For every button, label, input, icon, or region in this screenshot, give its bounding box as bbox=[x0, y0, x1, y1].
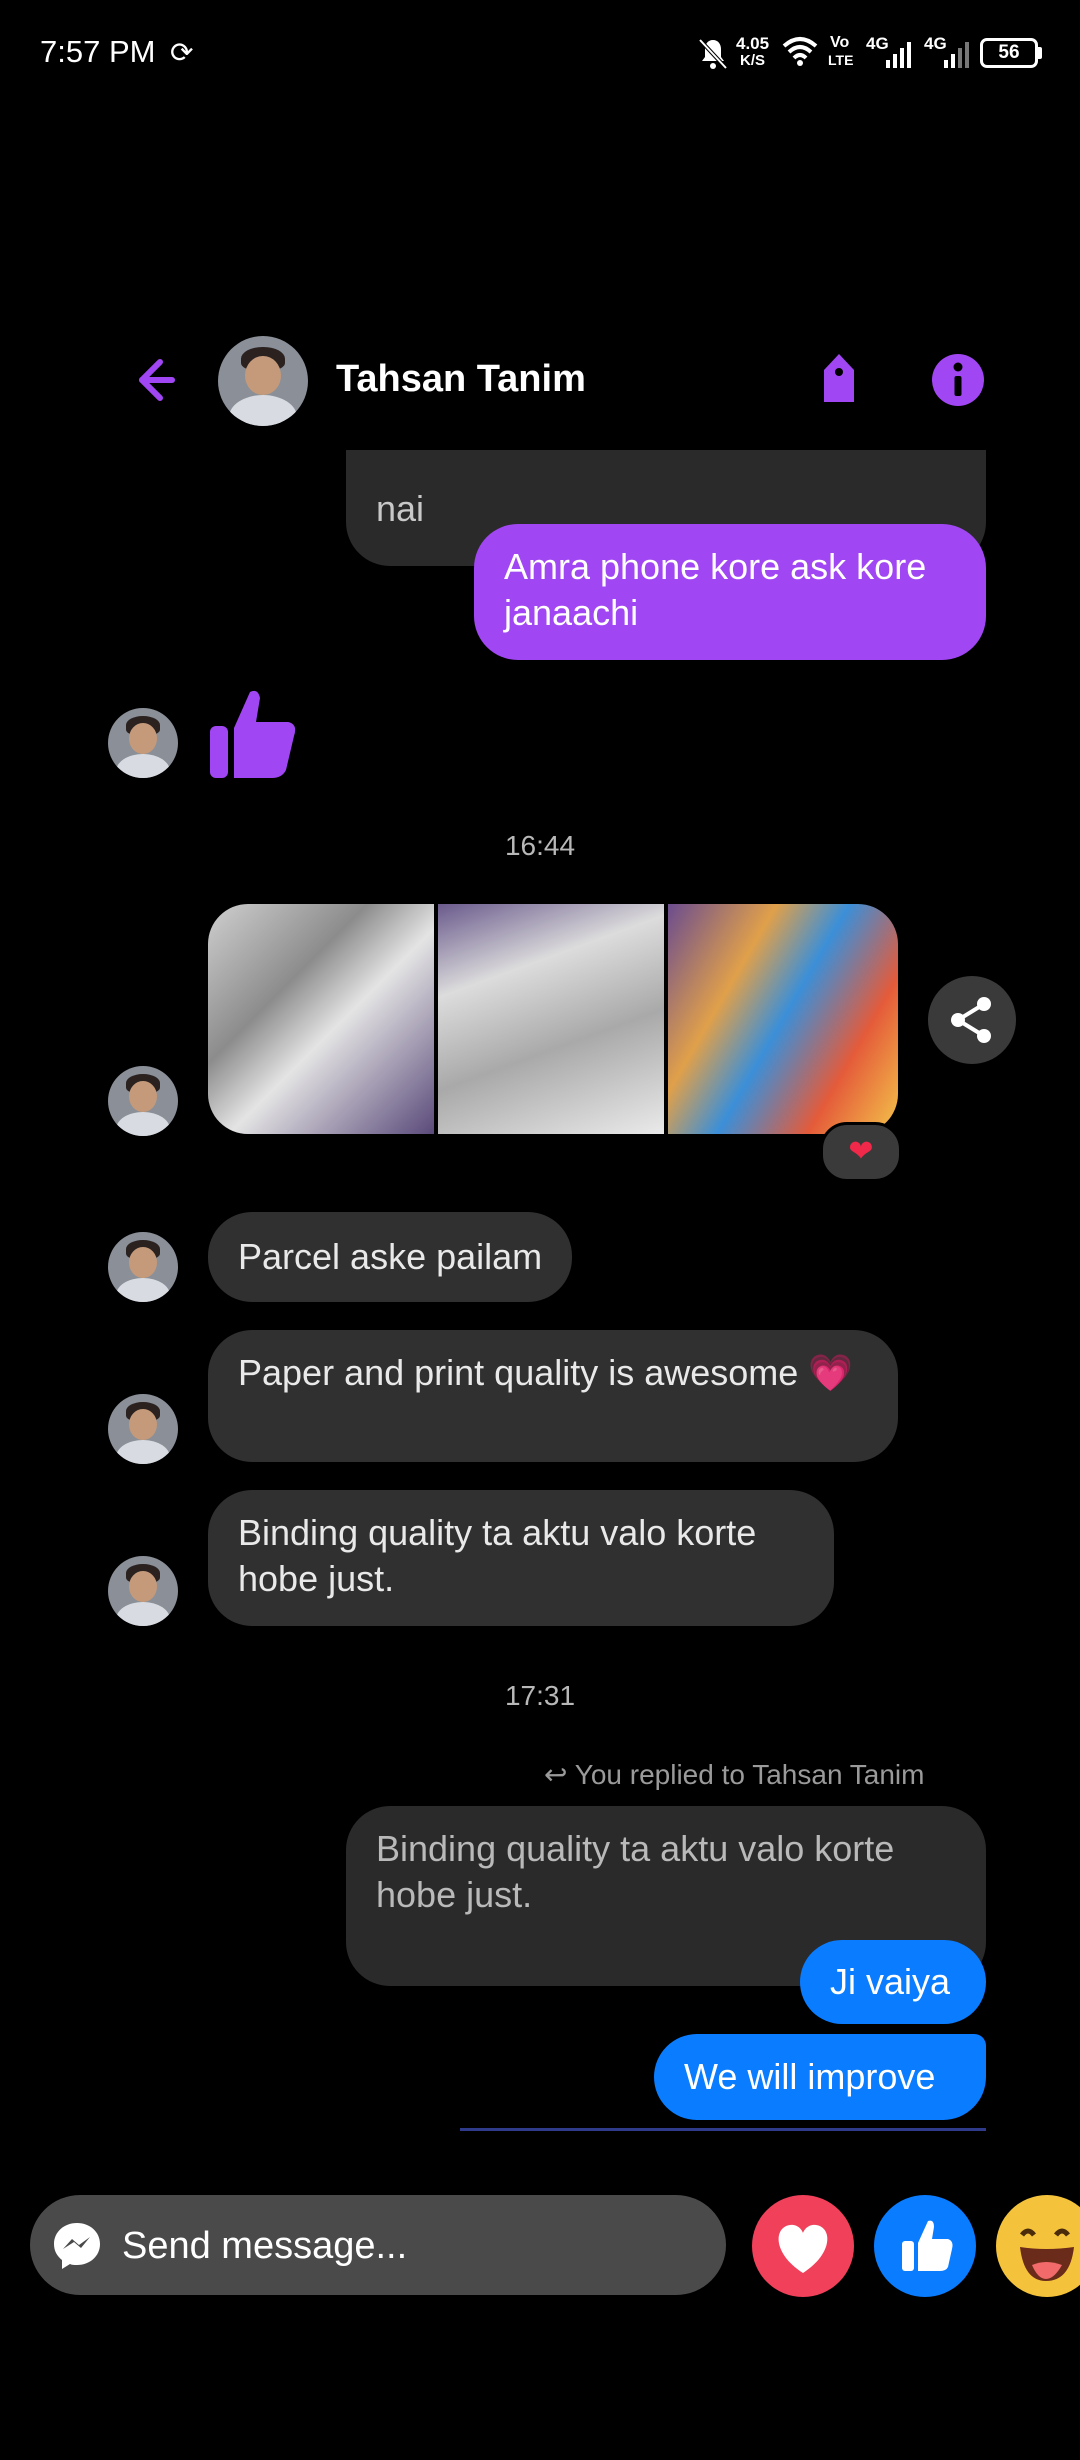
volte-bottom: LTE bbox=[828, 52, 854, 68]
like-reaction-button[interactable] bbox=[874, 2195, 976, 2297]
contact-avatar[interactable] bbox=[218, 336, 308, 426]
battery-level: 56 bbox=[998, 42, 1020, 63]
status-time: 7:57 PM bbox=[40, 34, 156, 69]
photo-thumbnail[interactable] bbox=[668, 904, 898, 1134]
net-speed-unit: K/S bbox=[740, 52, 766, 69]
net-speed-value: 4.05 bbox=[736, 34, 770, 53]
photo-attachment-group[interactable] bbox=[208, 904, 898, 1134]
message-input-placeholder[interactable]: Send message... bbox=[122, 2225, 407, 2268]
signal-icon bbox=[942, 40, 972, 68]
message-text: Paper and print quality is awesome 💗 bbox=[238, 1352, 854, 1393]
message-bubble-outgoing[interactable]: We will improve bbox=[654, 2034, 986, 2120]
message-text: We will improve bbox=[684, 2056, 936, 2097]
sender-avatar[interactable] bbox=[108, 708, 178, 778]
laugh-reaction-button[interactable] bbox=[996, 2195, 1080, 2297]
reply-context-text: You replied to Tahsan Tanim bbox=[574, 1759, 925, 1790]
signal-icon bbox=[884, 40, 914, 68]
message-text: Parcel aske pailam bbox=[238, 1236, 543, 1277]
wifi-icon bbox=[782, 36, 818, 68]
message-bubble-incoming[interactable]: Binding quality ta aktu valo korte hobe … bbox=[208, 1490, 834, 1626]
message-text: Amra phone kore ask kore janaachi bbox=[504, 546, 927, 633]
message-text: Ji vaiya bbox=[830, 1961, 951, 2002]
conversation[interactable]: nai Amra phone kore ask kore janaachi 16… bbox=[0, 450, 1080, 2165]
reaction-badge[interactable]: ❤ bbox=[820, 1122, 902, 1182]
heart-reaction-button[interactable] bbox=[752, 2195, 854, 2297]
mute-icon bbox=[696, 36, 730, 72]
reply-arrow-icon: ↩ bbox=[544, 1759, 575, 1790]
divider bbox=[460, 2128, 986, 2131]
like-sticker-icon[interactable] bbox=[206, 686, 298, 782]
photo-thumbnail[interactable] bbox=[208, 904, 434, 1134]
share-button[interactable] bbox=[928, 976, 1016, 1064]
messenger-icon bbox=[50, 2219, 104, 2273]
sender-avatar[interactable] bbox=[108, 1066, 178, 1136]
message-text: nai bbox=[376, 488, 425, 529]
reply-context: ↩ You replied to Tahsan Tanim bbox=[544, 1758, 964, 1791]
message-bubble-incoming[interactable]: Paper and print quality is awesome 💗 bbox=[208, 1330, 898, 1462]
volte-top: Vo bbox=[830, 34, 850, 51]
message-bubble-outgoing[interactable]: Amra phone kore ask kore janaachi bbox=[474, 524, 986, 660]
info-icon[interactable] bbox=[930, 352, 986, 408]
sender-avatar[interactable] bbox=[108, 1394, 178, 1464]
contact-name[interactable]: Tahsan Tanim bbox=[336, 358, 586, 401]
photo-thumbnail[interactable] bbox=[438, 904, 664, 1134]
message-text: Binding quality ta aktu valo korte hobe … bbox=[238, 1512, 757, 1599]
sync-icon: ⟳ bbox=[170, 37, 194, 68]
timestamp: 16:44 bbox=[504, 830, 576, 861]
back-button[interactable] bbox=[120, 350, 180, 410]
heart-icon: ❤ bbox=[848, 1135, 874, 1168]
sender-avatar[interactable] bbox=[108, 1232, 178, 1302]
battery-icon: 56 bbox=[980, 38, 1038, 68]
timestamp: 17:31 bbox=[504, 1680, 576, 1711]
message-bubble-incoming[interactable]: Parcel aske pailam bbox=[208, 1212, 573, 1302]
quoted-text: Binding quality ta aktu valo korte hobe … bbox=[376, 1828, 895, 1915]
message-bubble-outgoing[interactable]: Ji vaiya bbox=[800, 1940, 986, 2024]
tag-icon[interactable] bbox=[816, 350, 862, 406]
status-bar: 7:57 PM ⟳ 4.05 K/S Vo LTE 4G 4G 56 bbox=[0, 0, 1080, 110]
battery-tip bbox=[1038, 47, 1042, 59]
sender-avatar[interactable] bbox=[108, 1556, 178, 1626]
